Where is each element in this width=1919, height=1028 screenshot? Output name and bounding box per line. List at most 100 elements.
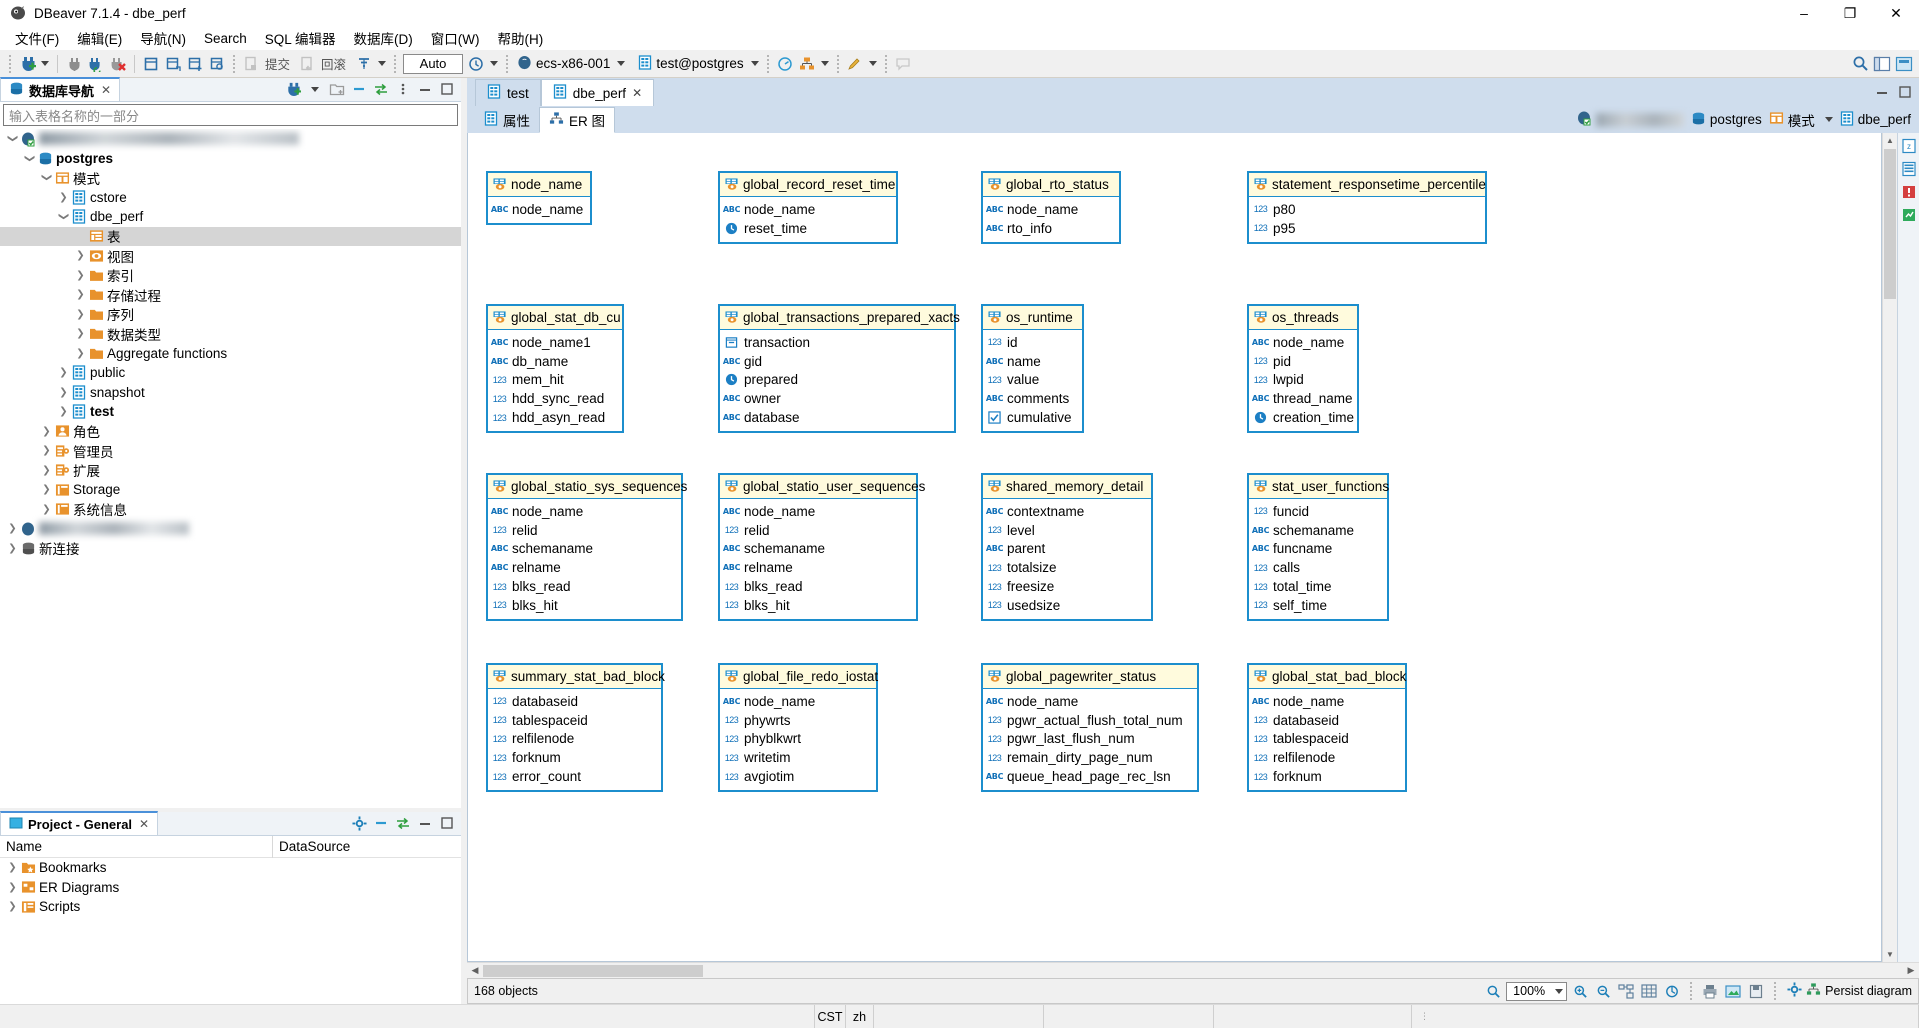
maximize-view-icon[interactable] <box>437 79 457 99</box>
er-attribute[interactable]: ABC comments <box>986 389 1078 408</box>
transaction-mode-icon[interactable] <box>353 53 375 75</box>
save-image-icon[interactable] <box>1723 981 1743 1001</box>
print-icon[interactable] <box>1700 981 1720 1001</box>
tree-item[interactable]: 表 <box>0 226 461 246</box>
close-icon[interactable]: ✕ <box>101 83 111 97</box>
er-attribute[interactable]: creation_time <box>1253 408 1354 427</box>
tree-item[interactable]: ❯ 模式 <box>0 168 461 188</box>
chevron-right-icon[interactable]: ❯ <box>57 383 70 402</box>
er-attribute[interactable]: 123 value <box>987 371 1078 390</box>
dashboard-icon[interactable] <box>774 53 796 75</box>
er-attribute[interactable]: ABC schemaname <box>1252 521 1383 540</box>
tree-item[interactable]: ❯ 序列 <box>0 305 461 325</box>
er-attribute[interactable]: 123 databaseid <box>1253 711 1401 730</box>
er-attribute[interactable]: 123 relid <box>724 521 912 540</box>
edit-dropdown[interactable] <box>866 53 880 75</box>
er-entity-header[interactable]: global_statio_user_sequences <box>720 475 925 499</box>
breadcrumb-item-server[interactable] <box>1576 110 1684 129</box>
zoom-in-icon[interactable] <box>1570 981 1590 1001</box>
er-attribute[interactable]: ABC relname <box>491 558 677 577</box>
er-attribute[interactable]: 123 freesize <box>987 577 1147 596</box>
tree-item[interactable]: ❯ 存储过程 <box>0 285 461 305</box>
project-tree-item[interactable]: ❯ Scripts <box>0 897 461 917</box>
commit-mode-value[interactable]: Auto <box>403 53 464 74</box>
search-icon[interactable] <box>1483 981 1503 1001</box>
er-attribute[interactable]: 123 totalsize <box>987 558 1147 577</box>
tree-item[interactable]: ❯ 角色 <box>0 422 461 442</box>
chevron-right-icon[interactable]: ❯ <box>57 363 70 382</box>
toggle-grid-icon[interactable] <box>1639 981 1659 1001</box>
er-attribute[interactable]: 123 relfilenode <box>492 730 657 749</box>
transaction-log-dropdown[interactable] <box>487 53 501 75</box>
er-attribute[interactable]: 123 funcid <box>1253 502 1383 521</box>
link-editor-icon[interactable] <box>371 79 391 99</box>
chevron-right-icon[interactable]: ❯ <box>74 344 87 363</box>
er-attribute[interactable]: 123 tablespaceid <box>1253 730 1401 749</box>
er-entity-header[interactable]: global_record_reset_time <box>720 173 896 197</box>
er-attribute[interactable]: ABC relname <box>723 558 912 577</box>
tree-item[interactable]: ❯ cstore <box>0 188 461 208</box>
horizontal-scroll-thumb[interactable] <box>483 964 703 977</box>
er-entity[interactable]: global_stat_bad_block ABC node_name 123 data… <box>1247 663 1407 792</box>
chevron-right-icon[interactable]: ❯ <box>40 441 53 460</box>
menu-window[interactable]: 窗口(W) <box>422 26 489 50</box>
vertical-scroll-thumb[interactable] <box>1884 149 1896 299</box>
er-diagram-canvas[interactable]: node_name ABC node_name global_record_reset… <box>467 133 1882 962</box>
breadcrumb-item-dbe-perf[interactable]: dbe_perf <box>1840 110 1911 129</box>
er-attribute[interactable]: 123 blks_read <box>492 577 677 596</box>
er-attribute[interactable]: prepared <box>724 371 950 390</box>
er-attribute[interactable]: 123 blks_hit <box>492 596 677 615</box>
disconnect-icon[interactable] <box>63 53 85 75</box>
er-entity-header[interactable]: global_statio_sys_sequences <box>488 475 687 499</box>
new-connection-icon[interactable] <box>16 53 38 75</box>
er-attribute[interactable]: ABC rto_info <box>986 219 1115 238</box>
er-attribute[interactable]: 123 forknum <box>492 748 657 767</box>
chevron-right-icon[interactable]: ❯ <box>74 246 87 265</box>
gear-icon[interactable] <box>349 813 369 833</box>
tree-item[interactable]: ❯ 管理员 <box>0 441 461 461</box>
connection-dropdown[interactable] <box>614 53 628 75</box>
er-entity[interactable]: statement_responsetime_percentile 123 p80 1… <box>1247 171 1487 244</box>
er-attribute[interactable]: 123 mem_hit <box>492 371 618 390</box>
er-attribute[interactable]: 123 tablespaceid <box>492 711 657 730</box>
er-entity-header[interactable]: global_stat_bad_block <box>1249 665 1406 689</box>
tab-database-navigator[interactable]: 数据库导航 ✕ <box>0 77 121 101</box>
er-attribute[interactable]: transaction <box>724 333 950 352</box>
er-attribute[interactable]: 123 self_time <box>1253 596 1383 615</box>
outline-view-icon[interactable]: z <box>1900 137 1918 155</box>
tree-item[interactable]: ❯ Storage <box>0 480 461 500</box>
er-entity-header[interactable]: stat_user_functions <box>1249 475 1389 499</box>
save-file-icon[interactable] <box>1746 981 1766 1001</box>
sql-editor-new-icon[interactable] <box>140 53 162 75</box>
maximize-view-icon[interactable] <box>437 813 457 833</box>
er-attribute[interactable]: ABC parent <box>986 540 1147 559</box>
close-icon[interactable]: ✕ <box>632 86 642 100</box>
er-entity[interactable]: summary_stat_bad_block 123 databaseid 123 ta… <box>486 663 665 792</box>
er-entity[interactable]: os_threads ABC node_name 123 pid 123 lwpid ABC t… <box>1247 304 1359 433</box>
er-entity[interactable]: shared_memory_detail ABC contextname 123 lev… <box>981 473 1153 621</box>
er-entity[interactable]: global_pagewriter_status ABC node_name 123 p… <box>981 663 1199 792</box>
tree-item[interactable]: ❯ dbe_perf <box>0 207 461 227</box>
er-entity[interactable]: global_rto_status ABC node_name ABC rto_info <box>981 171 1121 244</box>
tree-item[interactable]: ❯ public <box>0 363 461 383</box>
er-attribute[interactable]: 123 blks_read <box>724 577 912 596</box>
breadcrumb-item-schemas[interactable]: 模式 <box>1769 110 1833 130</box>
search-icon[interactable] <box>1849 53 1871 75</box>
er-attribute[interactable]: 123 pgwr_last_flush_num <box>987 730 1193 749</box>
er-attribute[interactable]: ABC node_name <box>1252 692 1401 711</box>
new-connection-dropdown[interactable] <box>38 53 52 75</box>
er-entity-header[interactable]: os_threads <box>1249 306 1357 330</box>
chevron-right-icon[interactable]: ❯ <box>6 519 19 538</box>
er-attribute[interactable]: ABC funcname <box>1252 540 1383 559</box>
chevron-down-icon[interactable]: ❯ <box>37 171 56 184</box>
menu-edit[interactable]: 编辑(E) <box>68 26 131 50</box>
tab-properties[interactable]: 属性 <box>475 107 539 133</box>
tab-project-general[interactable]: Project - General ✕ <box>0 811 159 835</box>
properties-view-icon[interactable] <box>1900 160 1918 178</box>
active-database-selector[interactable]: test@postgres <box>634 53 747 75</box>
chevron-right-icon[interactable]: ❯ <box>57 402 70 421</box>
er-diagram-icon[interactable] <box>796 53 818 75</box>
er-attribute[interactable]: 123 hdd_sync_read <box>492 389 618 408</box>
er-attribute[interactable]: 123 relfilenode <box>1253 748 1401 767</box>
chevron-right-icon[interactable]: ❯ <box>57 188 70 207</box>
